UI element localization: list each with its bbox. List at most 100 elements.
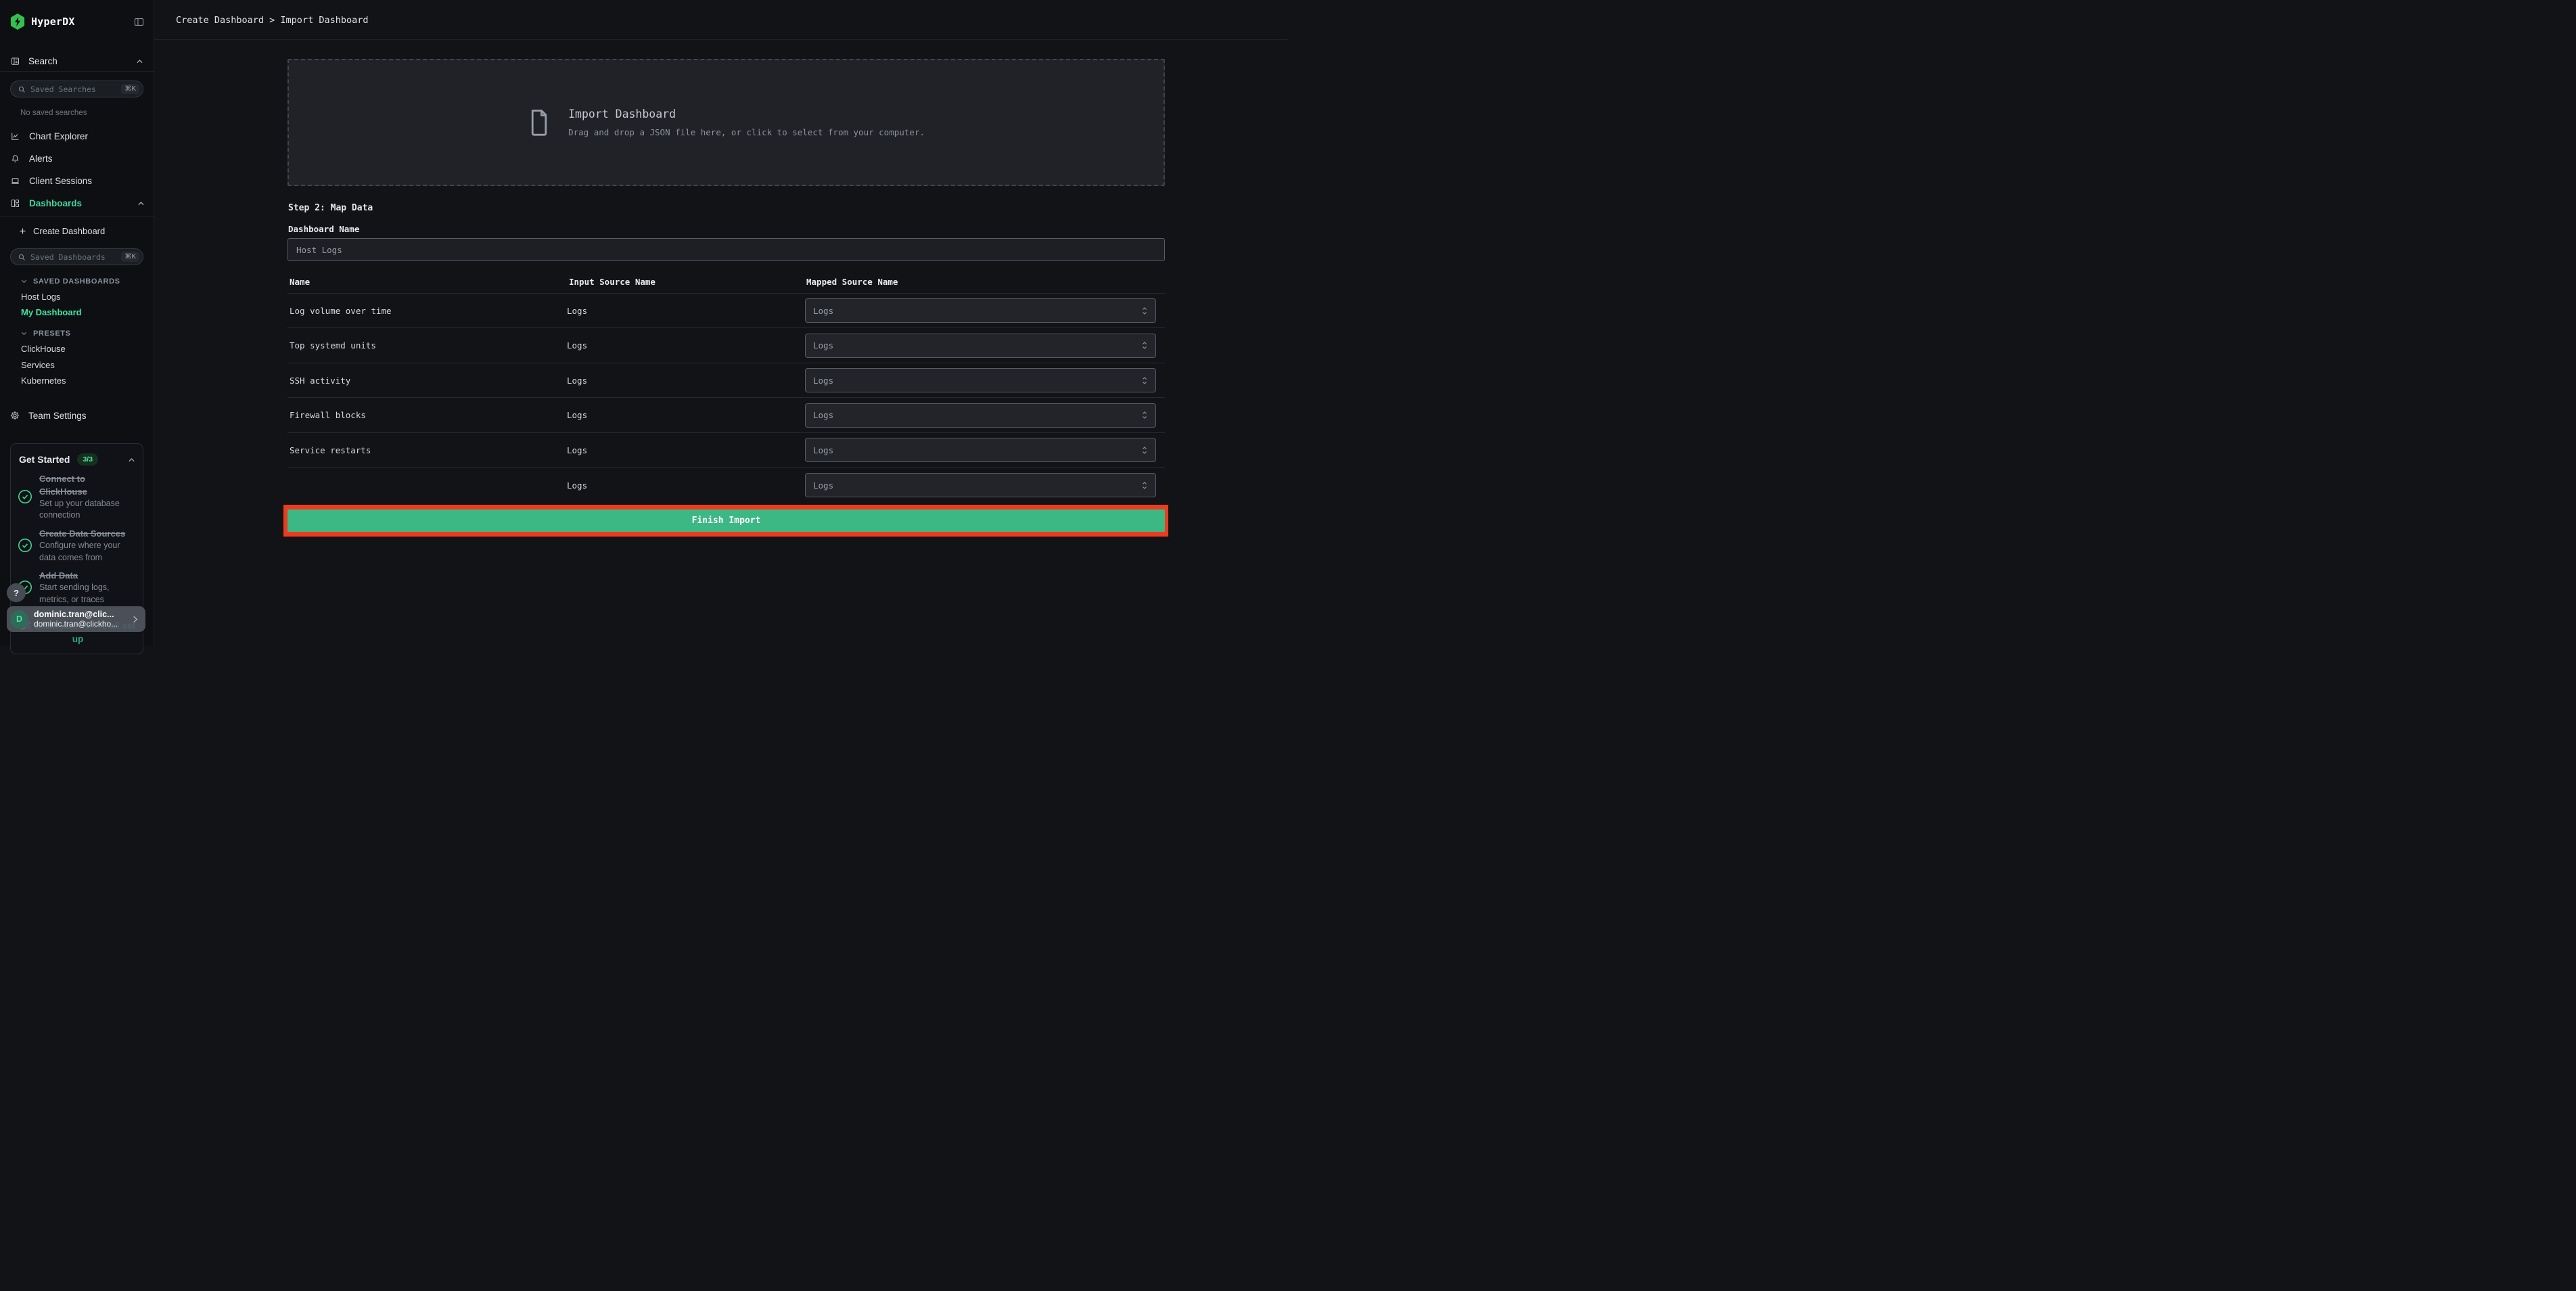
checklist-item-sources[interactable]: Create Data Sources Configure where your…	[18, 526, 134, 564]
user-email-secondary: dominic.tran@clickho...	[34, 619, 118, 629]
mapped-source-select[interactable]: Logs	[805, 473, 1156, 497]
get-started-title: Get Started	[19, 454, 70, 465]
gear-icon	[9, 410, 20, 421]
sidebar-item-dashboards[interactable]: Dashboards	[10, 195, 145, 211]
chevron-up-icon	[135, 57, 144, 66]
row-input-source: Logs	[567, 305, 588, 316]
mapped-source-select[interactable]: Logs	[805, 438, 1156, 462]
finish-import-button[interactable]: Finish Import	[288, 509, 1165, 532]
dashboard-name-label: Dashboard Name	[288, 224, 360, 234]
select-value: Logs	[813, 340, 834, 350]
select-chevrons-icon	[1141, 445, 1148, 455]
saved-searches-placeholder: Saved Searches	[30, 84, 96, 94]
sidebar-dashboard-my-dashboard[interactable]: My Dashboard	[21, 307, 82, 318]
check-circle-icon	[18, 489, 32, 504]
user-account-chip[interactable]: D dominic.tran@clic... dominic.tran@clic…	[7, 606, 145, 632]
row-input-source: Logs	[567, 410, 588, 420]
select-chevrons-icon	[1141, 410, 1148, 420]
select-chevrons-icon	[1141, 376, 1148, 386]
search-panel-icon	[10, 56, 20, 66]
laptop-icon	[10, 176, 20, 186]
plus-icon	[18, 227, 27, 235]
breadcrumb: Create Dashboard > Import Dashboard	[176, 14, 369, 26]
logo-row: HyperDX	[10, 12, 145, 31]
checklist-item-desc: Configure where your data comes from	[39, 541, 120, 562]
sidebar-item-label: Alerts	[29, 153, 53, 164]
mapped-source-select[interactable]: Logs	[805, 333, 1156, 358]
bell-icon	[10, 154, 20, 164]
team-settings-label: Team Settings	[28, 410, 87, 421]
mapped-source-select[interactable]: Logs	[805, 298, 1156, 323]
dropzone-title: Import Dashboard	[568, 108, 676, 120]
table-row: SSH activity Logs Logs	[288, 363, 1165, 398]
checklist-item-title: Add Data	[39, 570, 78, 581]
row-input-source: Logs	[567, 480, 588, 491]
sidebar-item-label: Client Sessions	[29, 175, 93, 186]
checklist-item-connect[interactable]: Connect to ClickHouse Set up your databa…	[18, 473, 134, 520]
import-dropzone[interactable]: Import Dashboard Drag and drop a JSON fi…	[288, 59, 1165, 186]
col-mapped-source: Mapped Source Name	[806, 277, 898, 287]
dashboard-grid-icon	[10, 198, 20, 208]
sidebar-section-search[interactable]: Search	[10, 53, 144, 68]
create-dashboard-button[interactable]: Create Dashboard	[18, 223, 105, 238]
panel-left-icon	[133, 16, 145, 28]
row-input-source: Logs	[567, 375, 588, 386]
mapped-source-select[interactable]: Logs	[805, 403, 1156, 428]
row-input-source: Logs	[567, 340, 588, 350]
select-chevrons-icon	[1141, 340, 1148, 350]
create-dashboard-label: Create Dashboard	[33, 225, 106, 236]
step-label: Step 2: Map Data	[288, 203, 373, 213]
checklist-item-add-data[interactable]: Add Data Start sending logs, metrics, or…	[18, 568, 134, 606]
search-icon	[18, 253, 26, 261]
sidebar: HyperDX Search Saved Searches ⌘K No save…	[0, 0, 154, 654]
sidebar-item-alerts[interactable]: Alerts	[10, 150, 145, 166]
progress-badge: 3/3	[77, 453, 99, 466]
saved-dashboards-header[interactable]: SAVED DASHBOARDS	[20, 276, 120, 286]
sidebar-dashboard-host-logs[interactable]: Host Logs	[21, 292, 61, 302]
avatar: D	[10, 610, 28, 629]
user-email-primary: dominic.tran@clic...	[34, 610, 114, 619]
collapse-sidebar-button[interactable]	[133, 16, 145, 28]
presets-header-label: PRESETS	[33, 329, 71, 338]
file-icon	[528, 108, 551, 137]
chevron-up-icon	[137, 199, 145, 208]
divider	[0, 71, 154, 72]
saved-searches-input[interactable]: Saved Searches ⌘K	[10, 81, 143, 97]
checklist-item-desc: Start sending logs, metrics, or traces	[39, 583, 110, 604]
sidebar-item-client-sessions[interactable]: Client Sessions	[10, 173, 145, 189]
row-input-source: Logs	[567, 445, 588, 455]
saved-dashboards-input[interactable]: Saved Dashboards ⌘K	[10, 248, 143, 265]
table-row: Top systemd units Logs Logs	[288, 329, 1165, 363]
chevron-down-icon	[20, 330, 28, 337]
table-row: Logs Logs	[288, 468, 1165, 503]
chevron-up-icon	[127, 455, 136, 464]
get-started-header[interactable]: Get Started 3/3	[19, 451, 136, 468]
search-section-label: Search	[28, 55, 58, 66]
search-icon	[18, 85, 26, 93]
select-value: Logs	[813, 410, 834, 420]
presets-header[interactable]: PRESETS	[20, 328, 71, 338]
sidebar-item-team-settings[interactable]: Team Settings	[9, 408, 87, 423]
select-value: Logs	[813, 305, 834, 316]
help-button[interactable]: ?	[7, 583, 26, 602]
preset-services[interactable]: Services	[21, 360, 55, 371]
divider	[0, 216, 154, 217]
row-name: Firewall blocks	[290, 410, 366, 420]
app-title: HyperDX	[31, 16, 75, 28]
select-chevrons-icon	[1141, 480, 1148, 491]
preset-clickhouse[interactable]: ClickHouse	[21, 344, 66, 355]
col-input-source: Input Source Name	[569, 277, 656, 287]
row-name: SSH activity	[290, 375, 351, 386]
hyperdx-logo-icon	[10, 14, 25, 30]
annotation-highlight-box: Finish Import	[283, 505, 1168, 537]
check-circle-icon	[18, 538, 32, 553]
row-name: Log volume over time	[290, 305, 392, 316]
dashboard-name-input[interactable]	[288, 238, 1165, 261]
preset-kubernetes[interactable]: Kubernetes	[21, 376, 66, 386]
sidebar-item-label: Dashboards	[29, 198, 83, 208]
mapped-source-select[interactable]: Logs	[805, 368, 1156, 392]
sidebar-item-chart-explorer[interactable]: Chart Explorer	[10, 128, 145, 144]
shortcut-badge: ⌘K	[121, 84, 139, 94]
saved-dashboards-header-label: SAVED DASHBOARDS	[33, 277, 120, 286]
checklist-item-title: Create Data Sources	[39, 528, 126, 539]
